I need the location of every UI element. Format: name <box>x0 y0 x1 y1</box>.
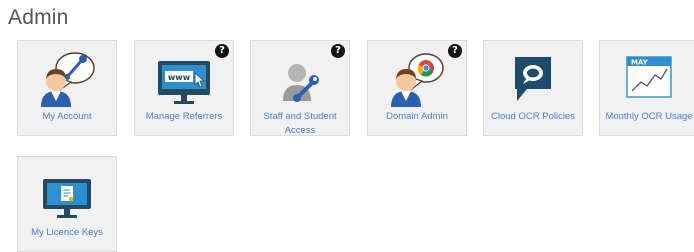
help-icon[interactable]: ? <box>331 44 345 58</box>
tile-label: Manage Referrers <box>145 111 223 122</box>
tile-my-account[interactable]: My Account <box>17 40 117 136</box>
tile-label: My Licence Keys <box>31 227 103 238</box>
tile-monthly-ocr-usage[interactable]: MAY Monthly OCR Usage <box>599 40 694 136</box>
licence-monitor-icon <box>43 179 91 218</box>
tile-label: My Account <box>42 111 92 122</box>
tile-label: Domain Admin <box>386 111 448 122</box>
gray-user-wrench-icon <box>283 64 319 102</box>
tile-domain-admin[interactable]: Domain Admin ? <box>367 40 467 136</box>
tile-manage-referrers[interactable]: www Manage Referrers ? <box>134 40 234 136</box>
user-wrench-icon <box>41 52 95 107</box>
calendar-month-label: MAY <box>631 59 649 67</box>
calendar-chart-icon: MAY <box>626 56 672 98</box>
tile-staff-student-access[interactable]: Staff and Student Access ? <box>250 40 350 136</box>
help-icon[interactable]: ? <box>448 44 462 58</box>
tile-my-licence-keys[interactable]: My Licence Keys <box>17 156 117 252</box>
speech-bubble-icon <box>515 57 551 101</box>
help-icon[interactable]: ? <box>215 44 229 58</box>
tile-label: Cloud OCR Policies <box>491 111 575 122</box>
page-title: Admin <box>8 6 69 29</box>
www-monitor-icon: www <box>158 61 210 104</box>
svg-text:www: www <box>168 73 191 82</box>
tile-label: Monthly OCR Usage <box>605 111 693 122</box>
user-chrome-icon <box>391 53 444 107</box>
tile-cloud-ocr-policies[interactable]: Cloud OCR Policies <box>483 40 583 136</box>
tile-label: Staff and Student Access <box>263 111 337 136</box>
